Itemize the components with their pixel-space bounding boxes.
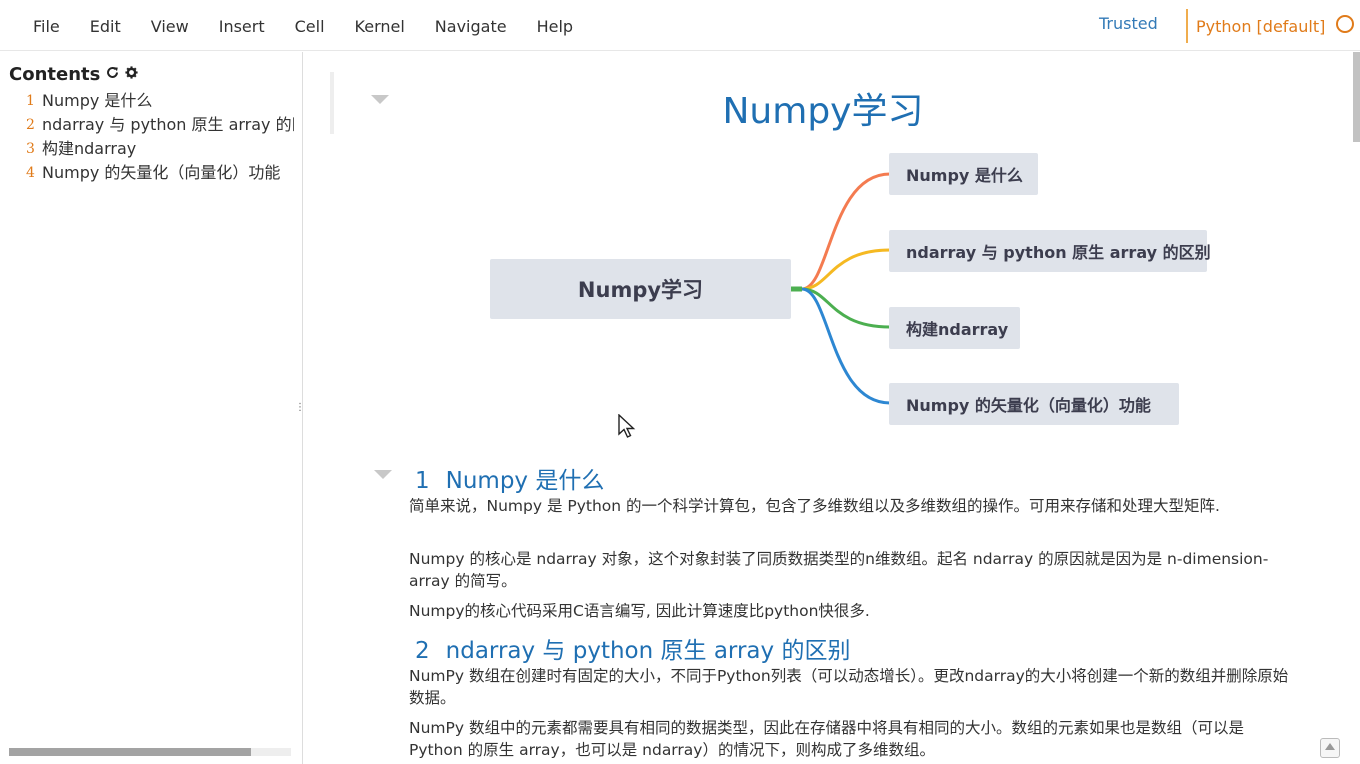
- menu-insert[interactable]: Insert: [204, 15, 280, 39]
- scroll-to-top-button[interactable]: [1320, 738, 1340, 758]
- section-title: ndarray 与 python 原生 array 的区别: [445, 638, 851, 664]
- toc-resize-handle[interactable]: ⋮: [295, 402, 302, 414]
- notebook-scrollbar-thumb[interactable]: [1353, 52, 1360, 142]
- toc-item-label: Numpy 是什么: [42, 91, 153, 110]
- refresh-icon[interactable]: [106, 66, 119, 83]
- paragraph: Numpy的核心代码采用C语言编写, 因此计算速度比python快很多.: [409, 602, 870, 620]
- menu-bar: File Edit View Insert Cell Kernel Naviga…: [0, 0, 1360, 51]
- trusted-indicator[interactable]: Trusted: [1099, 13, 1158, 35]
- toc-item[interactable]: 4 Numpy 的矢量化（向量化）功能: [26, 161, 294, 185]
- notebook-vertical-scrollbar[interactable]: [1352, 52, 1360, 764]
- toc-scrollbar-thumb[interactable]: [9, 748, 251, 756]
- mindmap-branch-node: ndarray 与 python 原生 array 的区别: [889, 230, 1211, 272]
- toc-item-number: 4: [26, 165, 35, 181]
- paragraph: 简单来说，Numpy 是 Python 的一个科学计算包，包含了多维数组以及多维…: [409, 497, 1220, 515]
- mindmap-image: Numpy学习 Numpy 是什么 ndarray 与 python 原生 ar…: [490, 152, 1220, 432]
- section-2-heading: 2 ndarray 与 python 原生 array 的区别: [415, 631, 850, 665]
- notebook-title: Numpy学习: [722, 91, 924, 132]
- menu-navigate[interactable]: Navigate: [420, 15, 522, 39]
- toc-list: 1 Numpy 是什么 2 ndarray 与 python 原生 array …: [26, 89, 294, 185]
- gear-icon[interactable]: [125, 66, 138, 83]
- menu-file[interactable]: File: [18, 15, 75, 39]
- menu-help[interactable]: Help: [522, 15, 588, 39]
- toc-horizontal-scrollbar[interactable]: [9, 748, 291, 756]
- menu-cell[interactable]: Cell: [280, 15, 340, 39]
- toc-item-number: 1: [26, 93, 35, 109]
- paragraph: NumPy 数组在创建时有固定的大小，不同于Python列表（可以动态增长）。更…: [409, 667, 1289, 707]
- toc-item[interactable]: 3 构建ndarray: [26, 137, 294, 161]
- mindmap-branch-node: 构建ndarray: [889, 307, 1020, 349]
- toc-item[interactable]: 2 ndarray 与 python 原生 array 的区别: [26, 113, 294, 137]
- toc-item-label: Numpy 的矢量化（向量化）功能: [42, 163, 281, 182]
- menu-items: File Edit View Insert Cell Kernel Naviga…: [18, 15, 588, 39]
- kernel-idle-icon: [1336, 15, 1354, 33]
- menu-view[interactable]: View: [136, 15, 204, 39]
- toc-item-label: ndarray 与 python 原生 array 的区别: [42, 115, 294, 134]
- menu-kernel[interactable]: Kernel: [340, 15, 420, 39]
- paragraph: Numpy 的核心是 ndarray 对象，这个对象封装了同质数据类型的n维数组…: [409, 550, 1269, 590]
- mindmap-branch-node: Numpy 的矢量化（向量化）功能: [889, 383, 1179, 425]
- toc-sidebar: Contents 1 Numpy 是什么 2 ndarray 与 python …: [0, 52, 303, 764]
- toc-item-label: 构建ndarray: [42, 139, 137, 158]
- toc-title: Contents: [9, 64, 101, 85]
- section-number: 1: [415, 468, 430, 494]
- cell-selection-bar: [330, 72, 334, 134]
- section-1-heading: 1 Numpy 是什么: [415, 461, 604, 495]
- mindmap-root-node: Numpy学习: [490, 259, 791, 319]
- toc-item[interactable]: 1 Numpy 是什么: [26, 89, 294, 113]
- mindmap-branch-node: Numpy 是什么: [889, 153, 1038, 195]
- collapse-caret-icon[interactable]: [371, 95, 389, 104]
- collapse-caret-icon[interactable]: [374, 470, 392, 479]
- kernel-name-box[interactable]: Python [default]: [1186, 9, 1325, 43]
- toc-header: Contents: [9, 64, 138, 85]
- section-number: 2: [415, 638, 430, 664]
- notebook-area: Numpy学习 Numpy学习 Numpy 是什么 ndarray 与 pyth…: [304, 52, 1350, 764]
- toc-item-number: 3: [26, 141, 35, 157]
- kernel-name: Python [default]: [1196, 17, 1326, 36]
- paragraph: NumPy 数组中的元素都需要具有相同的数据类型，因此在存储器中将具有相同的大小…: [409, 719, 1244, 759]
- section-title: Numpy 是什么: [445, 468, 605, 494]
- toc-item-number: 2: [26, 117, 35, 133]
- mouse-cursor-icon: [618, 414, 636, 438]
- menu-edit[interactable]: Edit: [75, 15, 136, 39]
